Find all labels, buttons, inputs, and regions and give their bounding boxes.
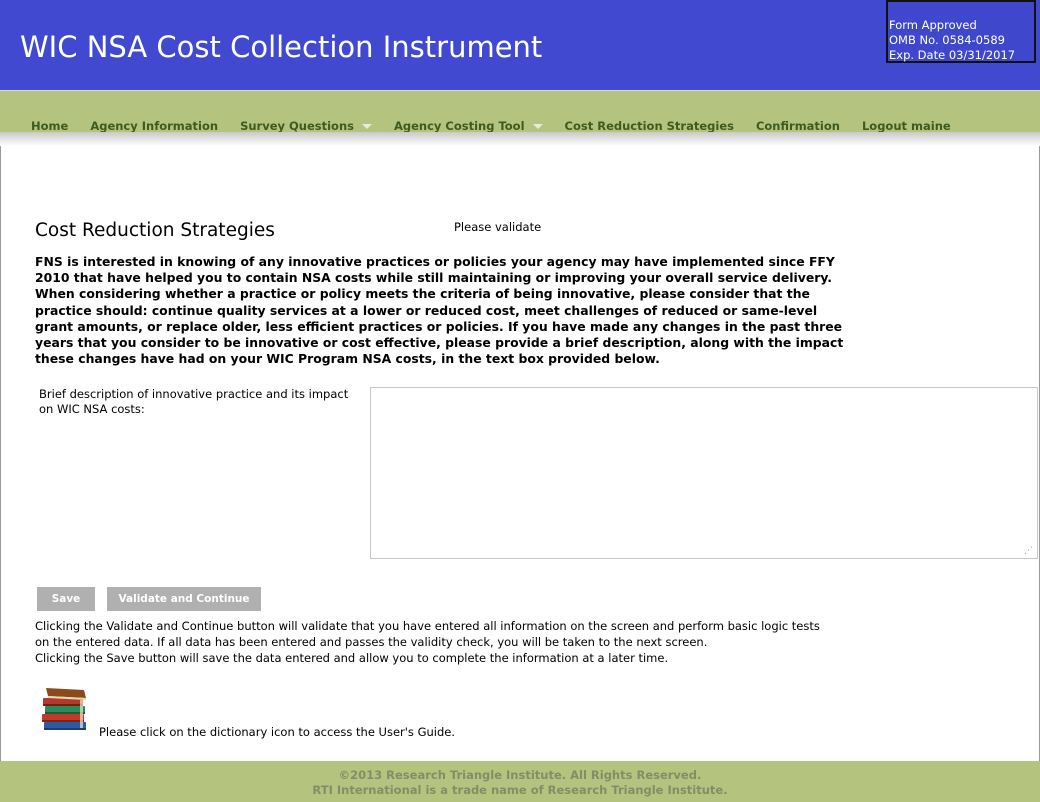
omb-line-3: Exp. Date 03/31/2017: [889, 48, 1016, 62]
resize-grip-icon[interactable]: ⋰: [1024, 546, 1034, 556]
save-button[interactable]: Save: [37, 587, 95, 611]
nav-item-label: Cost Reduction Strategies: [564, 119, 734, 133]
help-line-validate: Clicking the Validate and Continue butto…: [35, 619, 820, 649]
books-icon[interactable]: [40, 684, 92, 734]
question-label: Brief description of innovative practice…: [39, 387, 349, 416]
nav-item-label: Logout maine: [861, 119, 951, 133]
app-title: WIC NSA Cost Collection Instrument: [20, 30, 543, 64]
omb-box: Form Approved OMB No. 0584-0589 Exp. Dat…: [886, 0, 1036, 63]
validate-continue-button[interactable]: Validate and Continue: [107, 587, 261, 611]
validate-message: Please validate: [454, 220, 542, 234]
footer-trade-name: RTI International is a trade name of Res…: [312, 783, 728, 797]
nav-item-logout[interactable]: Logout maine: [862, 119, 951, 133]
nav-item-home[interactable]: Home: [31, 119, 68, 133]
header: WIC NSA Cost Collection Instrument Form …: [0, 0, 1040, 90]
nav-item-survey-questions[interactable]: Survey Questions: [240, 119, 372, 133]
help-line-save: Clicking the Save button will save the d…: [35, 651, 669, 665]
help-text: Clicking the Validate and Continue butto…: [35, 618, 835, 666]
omb-line-2: OMB No. 0584-0589: [889, 33, 1005, 47]
innovative-practice-textarea[interactable]: [370, 387, 1038, 559]
omb-line-1: Form Approved: [889, 18, 977, 32]
nav-item-label: Agency Information: [90, 119, 219, 133]
nav-item-label: Survey Questions: [240, 119, 354, 133]
nav-item-cost-reduction-strategies[interactable]: Cost Reduction Strategies: [565, 119, 734, 133]
footer-copyright: ©2013 Research Triangle Institute. All R…: [338, 768, 702, 782]
nav-item-confirmation[interactable]: Confirmation: [756, 119, 840, 133]
caret-down-icon: [532, 123, 543, 129]
users-guide-text: Please click on the dictionary icon to a…: [99, 725, 455, 739]
nav-item-agency-information[interactable]: Agency Information: [90, 119, 218, 133]
page-title: Cost Reduction Strategies: [35, 220, 275, 241]
nav-item-label: Confirmation: [755, 119, 840, 133]
footer: ©2013 Research Triangle Institute. All R…: [0, 761, 1040, 802]
nav-bar: Home Agency Information Survey Questions…: [0, 90, 1040, 133]
caret-down-icon: [361, 123, 372, 129]
nav-item-label: Agency Costing Tool: [393, 119, 525, 133]
nav-item-agency-costing-tool[interactable]: Agency Costing Tool: [394, 119, 543, 133]
nav-item-label: Home: [31, 119, 69, 133]
intro-text: FNS is interested in knowing of any inno…: [35, 254, 844, 367]
nav-shadow: [0, 132, 1040, 146]
